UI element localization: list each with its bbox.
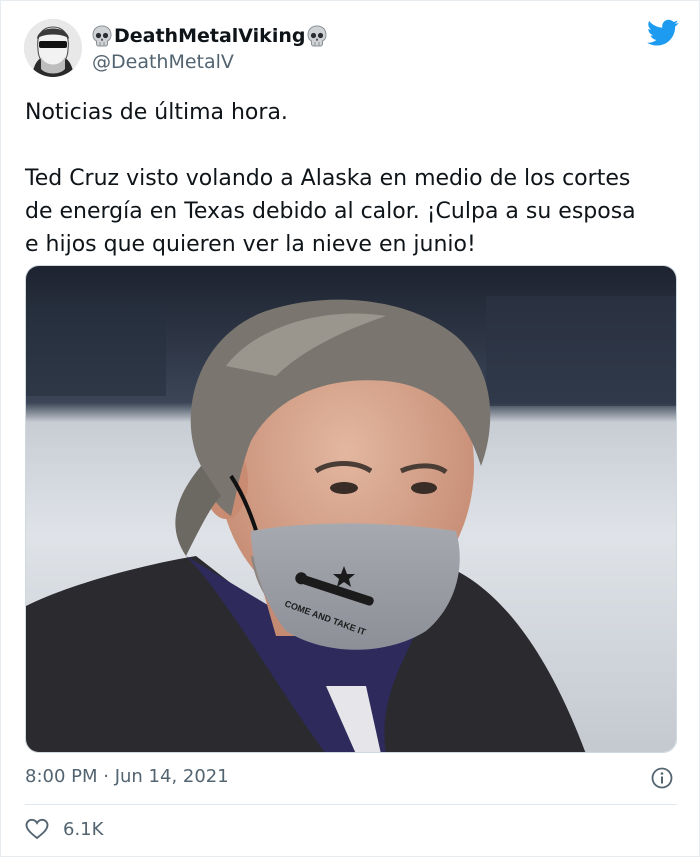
heart-icon — [25, 818, 49, 840]
tweet-line: Noticias de última hora. — [25, 100, 288, 125]
display-name-row[interactable]: DeathMetalViking — [92, 23, 327, 49]
tweet-photo[interactable]: COME AND TAKE IT — [25, 265, 677, 753]
skull-icon — [92, 25, 112, 47]
avatar-image — [24, 19, 82, 77]
avatar[interactable] — [24, 19, 82, 77]
tweet-line: e hijos que quieren ver la nieve en juni… — [25, 232, 476, 257]
tweet-text: Noticias de última hora. Ted Cruz visto … — [25, 96, 685, 261]
twitter-bird-icon[interactable] — [647, 19, 679, 47]
like-count: 6.1K — [63, 818, 104, 840]
info-icon[interactable] — [651, 767, 673, 789]
user-handle[interactable]: @DeathMetalV — [92, 51, 234, 73]
display-name[interactable]: DeathMetalViking — [114, 25, 305, 47]
tweet-timestamp[interactable]: 8:00 PM · Jun 14, 2021 — [25, 766, 229, 787]
photo-illustration: COME AND TAKE IT — [26, 266, 676, 752]
skull-icon — [307, 25, 327, 47]
tweet-card: DeathMetalViking @DeathMetalV Noticias d… — [0, 0, 700, 857]
tweet-line: Ted Cruz visto volando a Alaska en medio… — [25, 166, 631, 191]
divider — [25, 804, 677, 805]
tweet-line: de energía en Texas debido al calor. ¡Cu… — [25, 199, 636, 224]
like-button[interactable]: 6.1K — [25, 818, 103, 840]
